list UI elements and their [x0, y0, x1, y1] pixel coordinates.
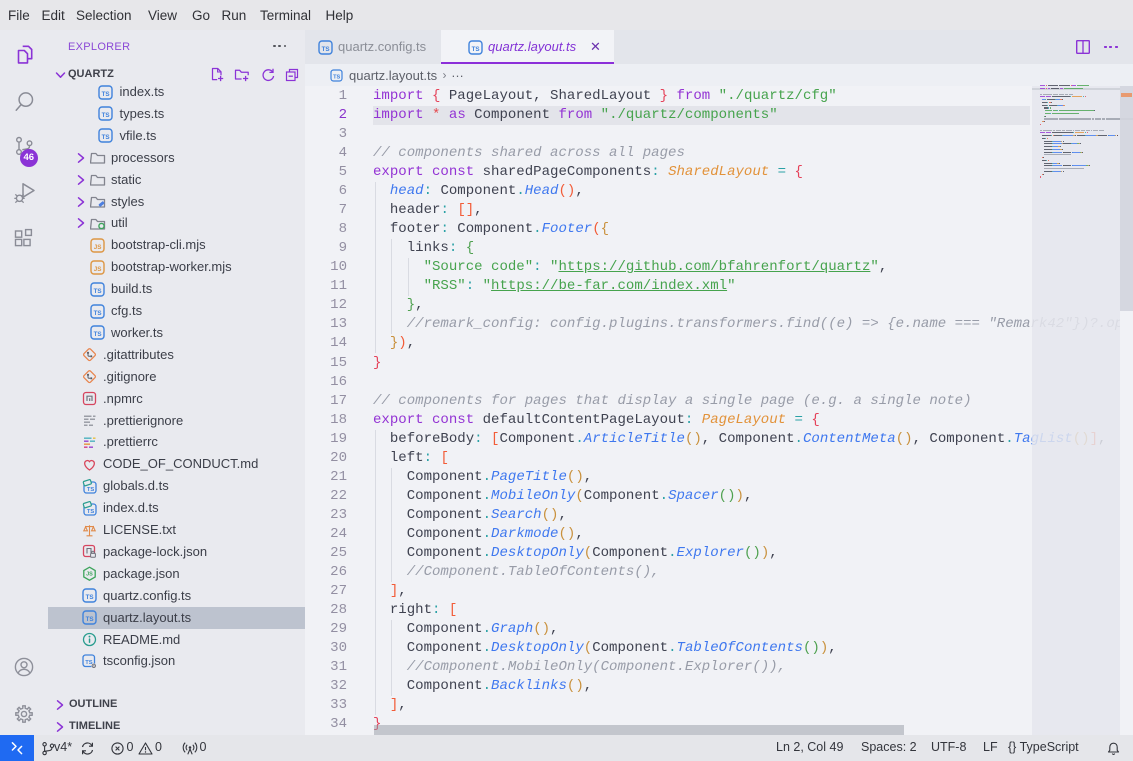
svg-text:TS: TS	[94, 287, 102, 294]
svg-text:TS: TS	[333, 74, 340, 80]
svg-text:TS: TS	[94, 309, 102, 316]
svg-text:TS: TS	[94, 331, 102, 338]
svg-text:TS: TS	[87, 509, 95, 515]
svg-text:JS: JS	[86, 572, 93, 578]
svg-text:TS: TS	[472, 45, 480, 52]
svg-text:TS: TS	[87, 487, 95, 493]
svg-text:JS: JS	[94, 265, 102, 272]
svg-text:TS: TS	[322, 45, 330, 52]
svg-text:TS: TS	[86, 616, 94, 623]
svg-text:TS: TS	[102, 90, 110, 97]
svg-text:TS: TS	[102, 134, 110, 141]
svg-text:TS: TS	[102, 112, 110, 119]
svg-text:JS: JS	[94, 244, 102, 251]
svg-text:TS: TS	[86, 594, 94, 601]
